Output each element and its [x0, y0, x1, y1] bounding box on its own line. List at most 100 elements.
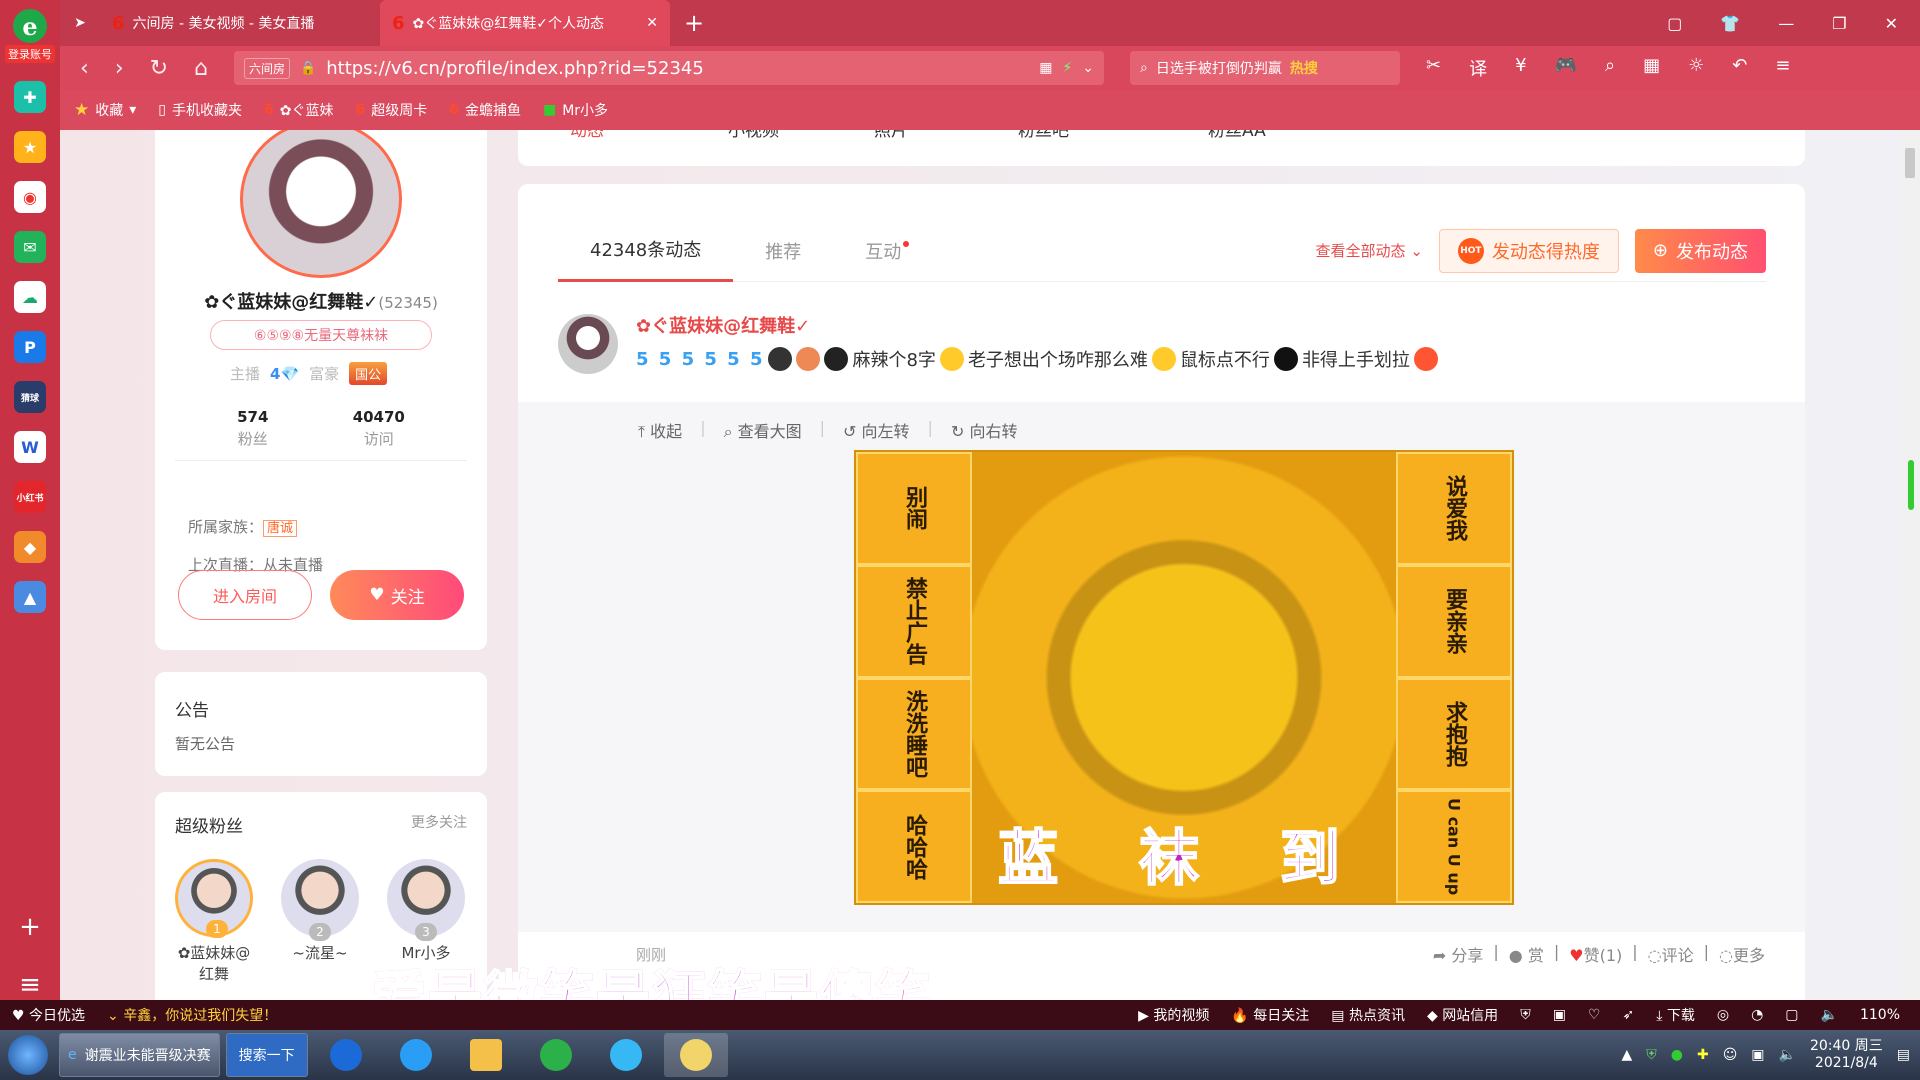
skin-icon[interactable]: 👕: [1720, 14, 1740, 33]
browser-logo[interactable]: e 登录账号: [0, 0, 60, 72]
volume-tray-icon[interactable]: 🔈: [1779, 1047, 1796, 1063]
tab-photos[interactable]: 照片: [874, 130, 908, 141]
game2-icon[interactable]: ◆: [14, 531, 46, 563]
hot-news-link[interactable]: ▤ 热点资讯: [1331, 1005, 1405, 1025]
publish-post-button[interactable]: ⊕ 发布动态: [1634, 228, 1766, 273]
clock[interactable]: 20:40 周三 2021/8/4: [1810, 1038, 1883, 1073]
tab-fan-bar[interactable]: 粉丝吧: [1018, 130, 1069, 141]
back-icon[interactable]: ‹: [80, 56, 89, 81]
scissors-icon[interactable]: ✂: [1426, 55, 1441, 81]
more-button[interactable]: ◌更多: [1719, 942, 1765, 966]
new-tab-button[interactable]: +: [670, 9, 718, 37]
daily-follow-link[interactable]: 🔥 每日关注: [1231, 1005, 1309, 1025]
tab-profile[interactable]: 6 ✿ぐ蓝妹妹@红舞鞋✓个人动态 ✕: [380, 0, 670, 46]
tray-app-icon[interactable]: ●: [1671, 1047, 1683, 1063]
close-tab-icon[interactable]: ✕: [646, 15, 658, 31]
close-window-icon[interactable]: ✕: [1885, 14, 1898, 33]
volume-icon[interactable]: 🔈: [1821, 1007, 1838, 1023]
restore-icon[interactable]: ❐: [1832, 14, 1846, 33]
navigate-icon[interactable]: ➤: [60, 0, 100, 46]
minimize-icon[interactable]: —: [1778, 14, 1794, 33]
url-input[interactable]: 六间房 🔒 https://v6.cn/profile/index.php?ri…: [234, 51, 1105, 85]
game-app-icon[interactable]: 猜球: [14, 381, 46, 413]
image-icon[interactable]: ▣: [1553, 1007, 1566, 1023]
download-link[interactable]: ⤓ 下载: [1656, 1005, 1695, 1025]
avatar-app-icon[interactable]: [663, 1033, 728, 1077]
view-all-dropdown[interactable]: 查看全部动态 ⌄: [1316, 240, 1423, 261]
tab-dynamics[interactable]: 动态: [570, 130, 604, 141]
scroll-thumb[interactable]: [1905, 148, 1915, 178]
fans-stat[interactable]: 574 粉丝: [237, 408, 268, 449]
game3-icon[interactable]: ▲: [14, 581, 46, 613]
post-author-avatar[interactable]: [558, 314, 618, 374]
more-following-link[interactable]: 更多关注: [411, 812, 467, 837]
cloud-icon[interactable]: ☁: [14, 281, 46, 313]
tab-count-icon[interactable]: ▢: [1667, 14, 1682, 33]
gamepad-icon[interactable]: 🎮: [1555, 55, 1577, 81]
tab-liujianfang[interactable]: 6 六间房 - 美女视频 - 美女直播: [100, 0, 380, 46]
follow-button[interactable]: ♥ 关注: [330, 570, 464, 620]
favorites-star-icon[interactable]: ★: [14, 131, 46, 163]
family-badge[interactable]: 唐诚: [263, 520, 298, 537]
game-icon[interactable]: ◎: [1717, 1007, 1729, 1023]
share-button[interactable]: ➦ 分享: [1433, 942, 1484, 966]
site-credit-link[interactable]: ◆ 网站信用: [1427, 1005, 1498, 1025]
view-large-button[interactable]: ⌕ 查看大图: [724, 418, 802, 442]
super-fan-item[interactable]: 2 ~流星~: [281, 859, 359, 985]
comment-button[interactable]: ◌评论: [1648, 942, 1694, 966]
weibo-icon[interactable]: ◉: [14, 181, 46, 213]
collapse-button[interactable]: ⤒ 收起: [638, 418, 682, 442]
forward-icon[interactable]: ›: [115, 56, 124, 81]
speed-icon[interactable]: ◔: [1751, 1007, 1763, 1023]
enter-room-button[interactable]: 进入房间: [178, 570, 312, 620]
search-input[interactable]: ⌕ 日选手被打倒仍判赢 热搜: [1130, 51, 1401, 85]
bookmark-mrxiaoduo[interactable]: ■ Mr小多: [543, 100, 608, 120]
mail-icon[interactable]: ✉: [14, 231, 46, 263]
login-label[interactable]: 登录账号: [5, 45, 55, 63]
start-button[interactable]: [0, 1030, 56, 1080]
lightning-icon[interactable]: ⚡: [1062, 60, 1072, 76]
undo-icon[interactable]: ↶: [1732, 55, 1747, 81]
word-doc-icon[interactable]: W: [14, 431, 46, 463]
heart-outline-icon[interactable]: ♡: [1588, 1007, 1601, 1023]
magnifier-icon[interactable]: ⌕: [1605, 55, 1615, 81]
sidebar-menu-icon[interactable]: ≡: [19, 970, 41, 1000]
home-icon[interactable]: ⌂: [194, 56, 208, 81]
folder-icon[interactable]: [454, 1033, 518, 1077]
plus-app-icon[interactable]: ✚: [14, 81, 46, 113]
bookmark-favorites[interactable]: ★ 收藏 ▾: [74, 100, 136, 120]
browser-taskbar-icon[interactable]: [524, 1033, 588, 1077]
window-icon[interactable]: ▢: [1785, 1007, 1798, 1023]
subtab-interact[interactable]: 互动: [833, 220, 941, 282]
profile-avatar[interactable]: [240, 130, 402, 278]
chevron-down-icon[interactable]: ⌄: [1082, 60, 1094, 76]
notification-icon[interactable]: ▤: [1897, 1047, 1910, 1063]
bookmark-fishing[interactable]: 6 金蟾捕鱼: [449, 100, 521, 120]
tray-up-icon[interactable]: ▲: [1621, 1047, 1632, 1063]
coupon-icon[interactable]: ¥: [1515, 55, 1526, 81]
rotate-left-button[interactable]: ↺ 向左转: [843, 418, 910, 442]
tab-fan-group[interactable]: 粉丝AA: [1208, 130, 1266, 141]
like-button[interactable]: ♥赞(1): [1569, 942, 1622, 966]
tab-short-video[interactable]: 小视频: [728, 130, 779, 141]
reward-button[interactable]: ● 赏: [1509, 942, 1544, 966]
zoom-level[interactable]: 110%: [1860, 1007, 1900, 1023]
post-for-heat-button[interactable]: HOT 发动态得热度: [1438, 228, 1619, 273]
brightness-icon[interactable]: ☼: [1688, 55, 1704, 81]
tray-plus-icon[interactable]: ✚: [1697, 1047, 1709, 1063]
rotate-right-button[interactable]: ↻ 向右转: [951, 418, 1018, 442]
bookmark-mobile[interactable]: ▯ 手机收藏夹: [158, 100, 242, 120]
p-app-icon[interactable]: P: [14, 331, 46, 363]
xiaohongshu-icon[interactable]: 小红书: [14, 481, 46, 513]
news-ticker[interactable]: ⌄ 辛鑫，你说过我们失望！: [107, 1005, 277, 1025]
menu-icon[interactable]: ≡: [1775, 55, 1790, 81]
vertical-scrollbar[interactable]: [1900, 130, 1920, 1000]
sidebar-add-icon[interactable]: +: [19, 912, 41, 942]
refresh-icon[interactable]: ↻: [150, 56, 168, 81]
network-icon[interactable]: ▣: [1751, 1047, 1764, 1063]
video-player-icon[interactable]: [594, 1033, 658, 1077]
today-picks[interactable]: ♥ 今日优选: [12, 1005, 85, 1025]
tray-shield-icon[interactable]: ⛨: [1646, 1047, 1657, 1063]
grid-icon[interactable]: ▦: [1643, 55, 1660, 81]
translate-icon[interactable]: 译: [1469, 55, 1487, 81]
